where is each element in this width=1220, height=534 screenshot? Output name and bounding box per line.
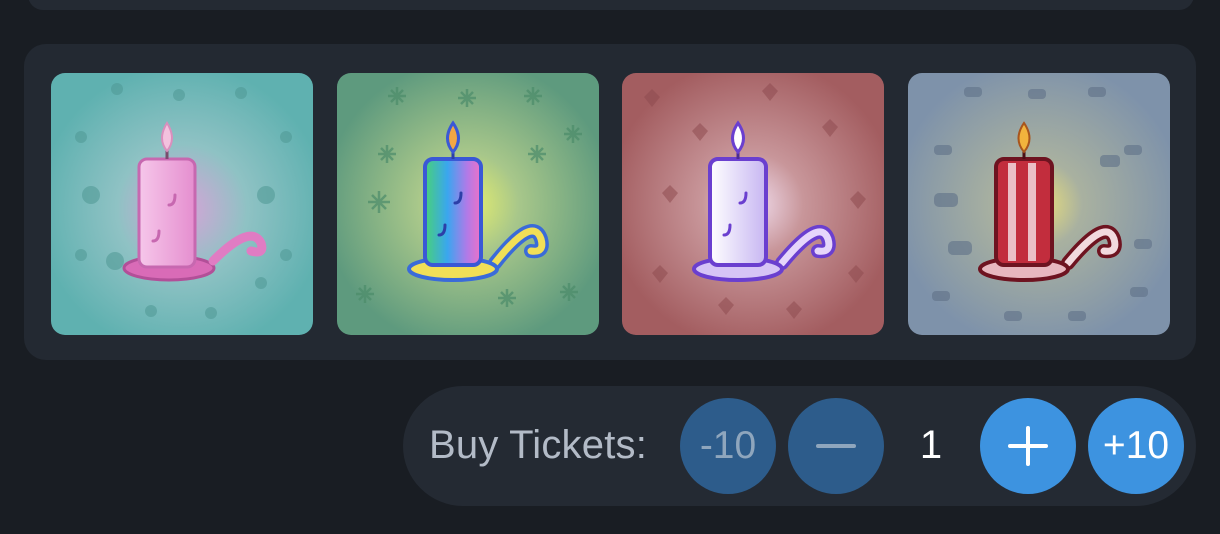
red-striped-candle-icon <box>908 73 1170 335</box>
pink-candle-icon <box>51 73 313 335</box>
plus-icon <box>1008 426 1048 466</box>
prize-tile-pink-candle[interactable] <box>51 73 313 335</box>
prize-tile-rainbow-candle[interactable] <box>337 73 599 335</box>
buy-tickets-label: Buy Tickets: <box>429 423 648 467</box>
decrement-button[interactable] <box>788 398 884 494</box>
minus-ten-button[interactable]: -10 <box>680 398 776 494</box>
ticket-quantity: 1 <box>919 423 943 467</box>
previous-card <box>28 0 1194 10</box>
lavender-candle-icon <box>622 73 884 335</box>
rainbow-candle-icon <box>337 73 599 335</box>
buy-tickets-bar: Buy Tickets: -10 1 +10 <box>403 386 1196 506</box>
prize-gallery <box>24 44 1196 360</box>
minus-icon <box>816 444 856 448</box>
prize-tile-lavender-candle[interactable] <box>622 73 884 335</box>
increment-button[interactable] <box>980 398 1076 494</box>
plus-ten-button[interactable]: +10 <box>1088 398 1184 494</box>
prize-tile-red-striped-candle[interactable] <box>908 73 1170 335</box>
